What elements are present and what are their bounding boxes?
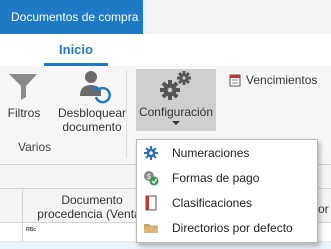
ribbon-tab-strip: Inicio [0,34,331,100]
column-header-partial[interactable]: or [318,202,329,216]
vencimientos-label: Vencimientos [246,73,318,87]
configuracion-button[interactable]: Configuración [136,69,216,131]
chevron-down-icon [172,121,180,125]
text-filter-icon[interactable]: ᴿᴮᶜ [26,226,36,235]
classification-book-icon [145,195,157,211]
configuracion-label: Configuración [138,105,214,119]
menu-item-label: Numeraciones [172,146,250,160]
desbloquear-documento-button[interactable]: Desbloquear documento [52,66,132,142]
app-tab-edge [143,0,146,34]
table-row[interactable] [0,242,331,249]
gear-icon [144,146,158,160]
desbloquear-label-line1: Desbloquear [57,106,127,120]
menu-item-formas-de-pago[interactable]: $ Formas de pago [137,166,317,191]
configuracion-dropdown-menu: Numeraciones $ Formas de pago Clasificac… [136,139,318,243]
group-separator [126,70,127,158]
menu-item-directorios-por-defecto[interactable]: Directorios por defecto [137,216,317,241]
app-tab-documentos-compra[interactable]: Documentos de compra [0,0,143,34]
unlock-user-icon [80,71,111,104]
vencimientos-button[interactable]: Vencimientos [226,71,331,91]
filtros-label: Filtros [7,106,41,120]
folder-icon [144,224,158,233]
filtros-button[interactable]: Filtros [0,66,48,142]
calendar-icon [229,74,241,87]
filter-icon [9,74,37,100]
menu-item-label: Directorios por defecto [172,221,293,235]
tab-inicio[interactable]: Inicio [44,42,108,57]
group-label-varios: Varios [18,140,52,154]
payment-icon: $ [144,171,159,186]
menu-item-label: Formas de pago [172,171,260,185]
menu-item-label: Clasificaciones [172,196,253,210]
menu-item-numeraciones[interactable]: Numeraciones [137,141,317,166]
gears-icon [160,71,191,100]
title-bar: Documentos de compra [0,0,331,34]
desbloquear-label-line2: documento [62,120,122,134]
menu-item-clasificaciones[interactable]: Clasificaciones [137,191,317,216]
